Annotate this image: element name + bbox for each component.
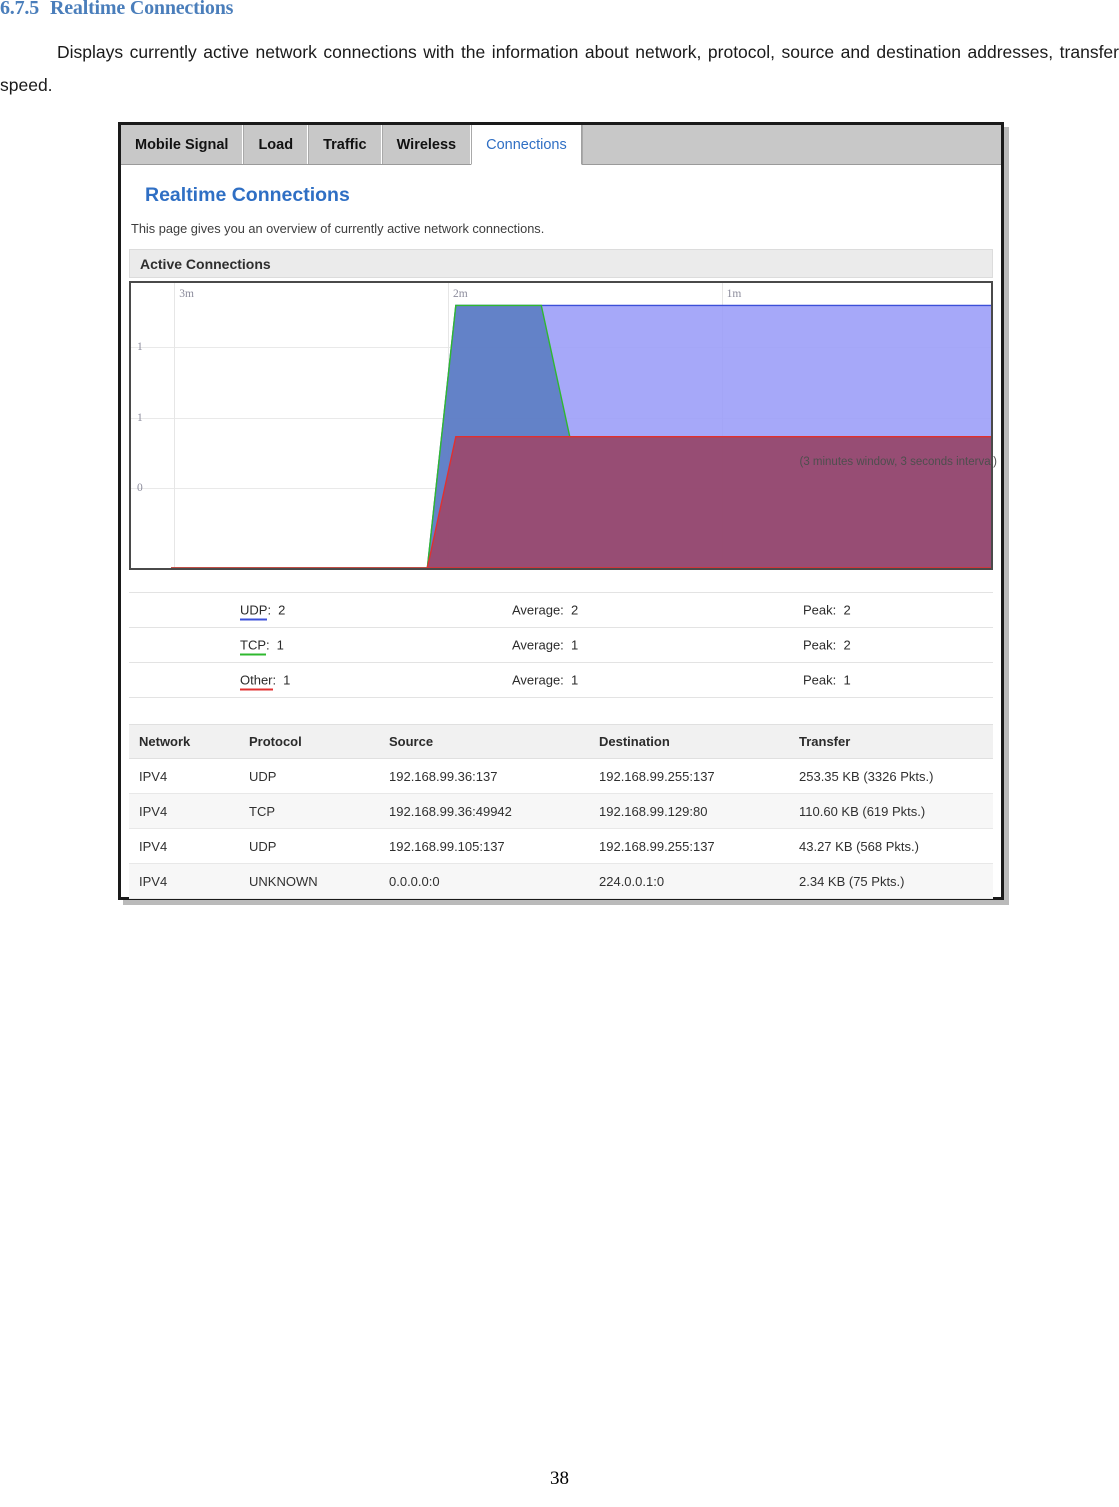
stat-peak-value: 1 xyxy=(843,672,851,688)
connections-table-head: Network Protocol Source Destination Tran… xyxy=(129,724,993,759)
stat-protocol-colon: : xyxy=(266,637,270,653)
stat-peak-value: 2 xyxy=(843,602,851,618)
tab-label: Mobile Signal xyxy=(135,136,229,153)
stat-average-value: 1 xyxy=(571,637,579,653)
table-row: IPV4 UNKNOWN 0.0.0.0:0 224.0.0.1:0 2.34 … xyxy=(129,863,993,899)
stat-average-value: 1 xyxy=(571,672,579,688)
chart-series-layer xyxy=(171,304,991,568)
paragraph-text: Displays currently active network connec… xyxy=(0,42,1119,95)
stat-average-tcp: Average: 1 xyxy=(512,638,578,653)
cell-protocol: UDP xyxy=(239,758,379,794)
section-number: 6.7.5 xyxy=(0,0,40,19)
tab-label: Wireless xyxy=(396,136,457,153)
stat-peak-label: Peak: xyxy=(803,672,837,688)
stat-average-label: Average: xyxy=(512,672,564,688)
stat-protocol-value: 2 xyxy=(278,602,286,618)
stat-row-tcp: TCP: 1 Average: 1 Peak: 2 xyxy=(129,628,993,663)
stat-average-label: Average: xyxy=(512,602,564,618)
page-title: Realtime Connections xyxy=(145,184,350,206)
stat-protocol-colon: : xyxy=(272,672,277,688)
page-description: This page gives you an overview of curre… xyxy=(131,221,545,236)
table-row: IPV4 UDP 192.168.99.105:137 192.168.99.2… xyxy=(129,828,993,864)
column-header-transfer: Transfer xyxy=(789,724,993,759)
tab-load[interactable]: Load xyxy=(243,125,309,164)
cell-network: IPV4 xyxy=(129,863,239,899)
screenshot-figure: Mobile Signal Load Traffic Wireless Conn… xyxy=(118,122,1004,900)
column-header-source: Source xyxy=(379,724,589,759)
stat-protocol-label: TCP xyxy=(240,637,266,656)
table-row: IPV4 UDP 192.168.99.36:137 192.168.99.25… xyxy=(129,758,993,794)
stat-average-udp: Average: 2 xyxy=(512,603,578,618)
body-paragraph: Displays currently active network connec… xyxy=(0,36,1119,102)
connections-table: Network Protocol Source Destination Tran… xyxy=(129,724,993,899)
cell-destination: 224.0.0.1:0 xyxy=(589,863,789,899)
cell-transfer: 253.35 KB (3326 Pkts.) xyxy=(789,758,993,794)
section-heading: 6.7.5 Realtime Connections xyxy=(0,0,233,20)
cell-source: 192.168.99.36:49942 xyxy=(379,793,589,829)
protocol-stats: UDP: 2 Average: 2 Peak: 2 TCP: 1 Average: … xyxy=(129,592,993,698)
stat-peak-tcp: Peak: 2 xyxy=(803,638,851,653)
stat-average-value: 2 xyxy=(571,602,579,618)
connections-table-body: IPV4 UDP 192.168.99.36:137 192.168.99.25… xyxy=(129,758,993,899)
tab-label: Load xyxy=(258,136,294,153)
column-header-destination: Destination xyxy=(589,724,789,759)
tab-traffic[interactable]: Traffic xyxy=(308,125,382,164)
cell-protocol: UDP xyxy=(239,828,379,864)
stat-protocol-udp: UDP: 2 xyxy=(240,602,286,621)
stat-average-other: Average: 1 xyxy=(512,673,578,688)
tab-label: Traffic xyxy=(323,136,367,153)
cell-network: IPV4 xyxy=(129,758,239,794)
cell-transfer: 110.60 KB (619 Pkts.) xyxy=(789,793,993,829)
stat-row-other: Other: 1 Average: 1 Peak: 1 xyxy=(129,663,993,698)
cell-source: 192.168.99.105:137 xyxy=(379,828,589,864)
cell-network: IPV4 xyxy=(129,793,239,829)
column-header-network: Network xyxy=(129,724,239,759)
section-header-active-connections: Active Connections xyxy=(129,249,993,278)
stat-protocol-value: 1 xyxy=(276,637,284,653)
tab-bar: Mobile Signal Load Traffic Wireless Conn… xyxy=(121,125,1001,165)
tab-label: Connections xyxy=(486,136,567,153)
table-header-row: Network Protocol Source Destination Tran… xyxy=(129,724,993,759)
stat-protocol-other: Other: 1 xyxy=(240,672,291,691)
stat-protocol-tcp: TCP: 1 xyxy=(240,637,284,656)
table-row: IPV4 TCP 192.168.99.36:49942 192.168.99.… xyxy=(129,793,993,829)
stat-protocol-value: 1 xyxy=(283,672,291,688)
cell-source: 0.0.0.0:0 xyxy=(379,863,589,899)
stat-peak-udp: Peak: 2 xyxy=(803,603,851,618)
connections-chart: 1 1 0 3m 2m 1m xyxy=(129,281,993,570)
cell-protocol: TCP xyxy=(239,793,379,829)
stat-protocol-colon: : xyxy=(267,602,272,618)
stat-average-label: Average: xyxy=(512,637,564,653)
cell-protocol: UNKNOWN xyxy=(239,863,379,899)
chart-plot-area: 1 1 0 3m 2m 1m xyxy=(131,283,991,568)
stat-protocol-label: UDP xyxy=(240,602,268,621)
stat-peak-other: Peak: 1 xyxy=(803,673,851,688)
cell-network: IPV4 xyxy=(129,828,239,864)
tab-connections[interactable]: Connections xyxy=(471,125,582,165)
cell-destination: 192.168.99.129:80 xyxy=(589,793,789,829)
panel-body: Realtime Connections This page gives you… xyxy=(121,165,1001,899)
tab-wireless[interactable]: Wireless xyxy=(381,125,472,164)
cell-transfer: 43.27 KB (568 Pkts.) xyxy=(789,828,993,864)
page-number: 38 xyxy=(550,1468,569,1489)
cell-transfer: 2.34 KB (75 Pkts.) xyxy=(789,863,993,899)
stat-peak-value: 2 xyxy=(843,637,851,653)
stat-peak-label: Peak: xyxy=(803,602,837,618)
cell-destination: 192.168.99.255:137 xyxy=(589,758,789,794)
stat-row-udp: UDP: 2 Average: 2 Peak: 2 xyxy=(129,593,993,628)
column-header-protocol: Protocol xyxy=(239,724,379,759)
stat-peak-label: Peak: xyxy=(803,637,837,653)
chart-window-note: (3 minutes window, 3 seconds interval) xyxy=(799,456,997,468)
section-title: Realtime Connections xyxy=(50,0,234,19)
tab-bar-filler xyxy=(581,125,1001,164)
stat-protocol-label: Other xyxy=(240,672,273,691)
section-header-label: Active Connections xyxy=(140,255,271,272)
tab-mobile-signal[interactable]: Mobile Signal xyxy=(121,125,244,164)
cell-destination: 192.168.99.255:137 xyxy=(589,828,789,864)
cell-source: 192.168.99.36:137 xyxy=(379,758,589,794)
